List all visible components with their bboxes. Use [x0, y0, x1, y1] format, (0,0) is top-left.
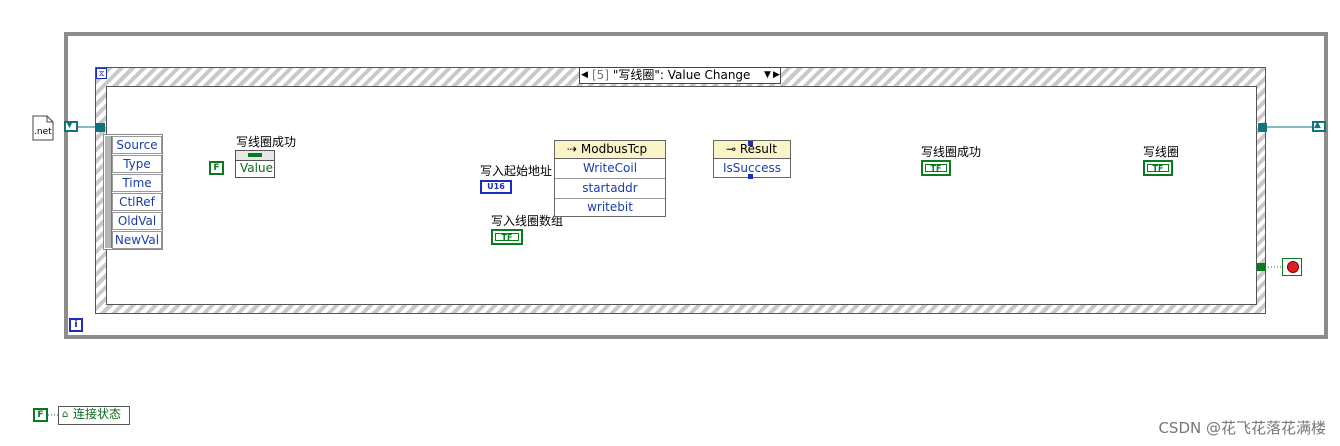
event-data-node[interactable]: Source Type Time CtlRef OldVal NewVal: [103, 134, 163, 250]
value-node-label: 写线圈成功: [236, 135, 297, 149]
event-data-item[interactable]: OldVal: [112, 212, 162, 230]
write-coil-label: 写线圈: [1143, 145, 1180, 159]
outside-false-constant[interactable]: F: [33, 408, 48, 422]
event-data-item[interactable]: NewVal: [112, 231, 162, 249]
invoke-param[interactable]: startaddr: [555, 179, 665, 199]
event-structure-diagram: [106, 86, 1257, 305]
connection-property-node[interactable]: ⌂ 连接状态: [58, 406, 130, 425]
false-constant[interactable]: F: [209, 161, 224, 175]
timeout-icon[interactable]: ⧖: [96, 68, 107, 79]
invoke-param[interactable]: writebit: [555, 198, 665, 217]
shift-register-right-arrow: ▲: [1314, 120, 1321, 130]
coil-array-type: TF: [495, 233, 519, 242]
write-coil-type: TF: [1147, 164, 1169, 173]
stop-icon: [1288, 262, 1298, 272]
success-indicator[interactable]: TF: [921, 160, 951, 176]
event-data-item[interactable]: Source: [112, 136, 162, 154]
prev-case-arrow[interactable]: ◀: [581, 68, 588, 83]
value-property-node[interactable]: Value: [235, 150, 275, 178]
success-indicator-type: TF: [925, 164, 947, 173]
watermark: CSDN @花飞花落花满楼: [1158, 419, 1326, 437]
stop-tunnel[interactable]: [1257, 263, 1265, 271]
event-data-item[interactable]: Time: [112, 174, 162, 192]
shift-register-left-arrow: ▼: [66, 120, 73, 130]
invoke-node-class: ⇢ ModbusTcp: [555, 141, 665, 159]
home-icon: ⌂: [62, 409, 69, 420]
iteration-terminal[interactable]: i: [69, 318, 83, 332]
coil-array-control[interactable]: TF: [491, 229, 523, 245]
u16-constant[interactable]: U16: [480, 180, 512, 194]
value-property-label: Value: [240, 161, 273, 175]
refnum-tunnel-right[interactable]: [1258, 123, 1267, 132]
connection-property-label: 连接状态: [73, 407, 122, 421]
event-case-selector[interactable]: ◀ [5] "写线圈": Value Change ▼ ▶: [579, 67, 781, 84]
success-indicator-label: 写线圈成功: [921, 145, 982, 159]
next-case-arrow[interactable]: ▶: [773, 68, 780, 83]
net-icon-label: .net: [34, 127, 52, 137]
invoke-node[interactable]: ⇢ ModbusTcp WriteCoil startaddr writebit: [554, 140, 666, 217]
refnum-tunnel-left[interactable]: [96, 123, 105, 132]
coil-array-label: 写入线圈数组: [491, 214, 564, 228]
start-addr-label: 写入起始地址: [480, 164, 553, 178]
event-data-node-handle[interactable]: [105, 136, 112, 248]
invoke-method[interactable]: WriteCoil: [555, 159, 665, 179]
event-data-item[interactable]: CtlRef: [112, 193, 162, 211]
net-file-icon[interactable]: .net: [32, 115, 54, 141]
dropdown-arrow[interactable]: ▼: [764, 68, 771, 83]
write-coil-indicator[interactable]: TF: [1143, 160, 1173, 176]
event-case-label: [5] "写线圈": Value Change: [592, 68, 751, 82]
event-data-item[interactable]: Type: [112, 155, 162, 173]
error-terminal[interactable]: [748, 174, 753, 179]
error-terminal[interactable]: [748, 141, 753, 146]
stop-terminal[interactable]: [1282, 258, 1302, 276]
